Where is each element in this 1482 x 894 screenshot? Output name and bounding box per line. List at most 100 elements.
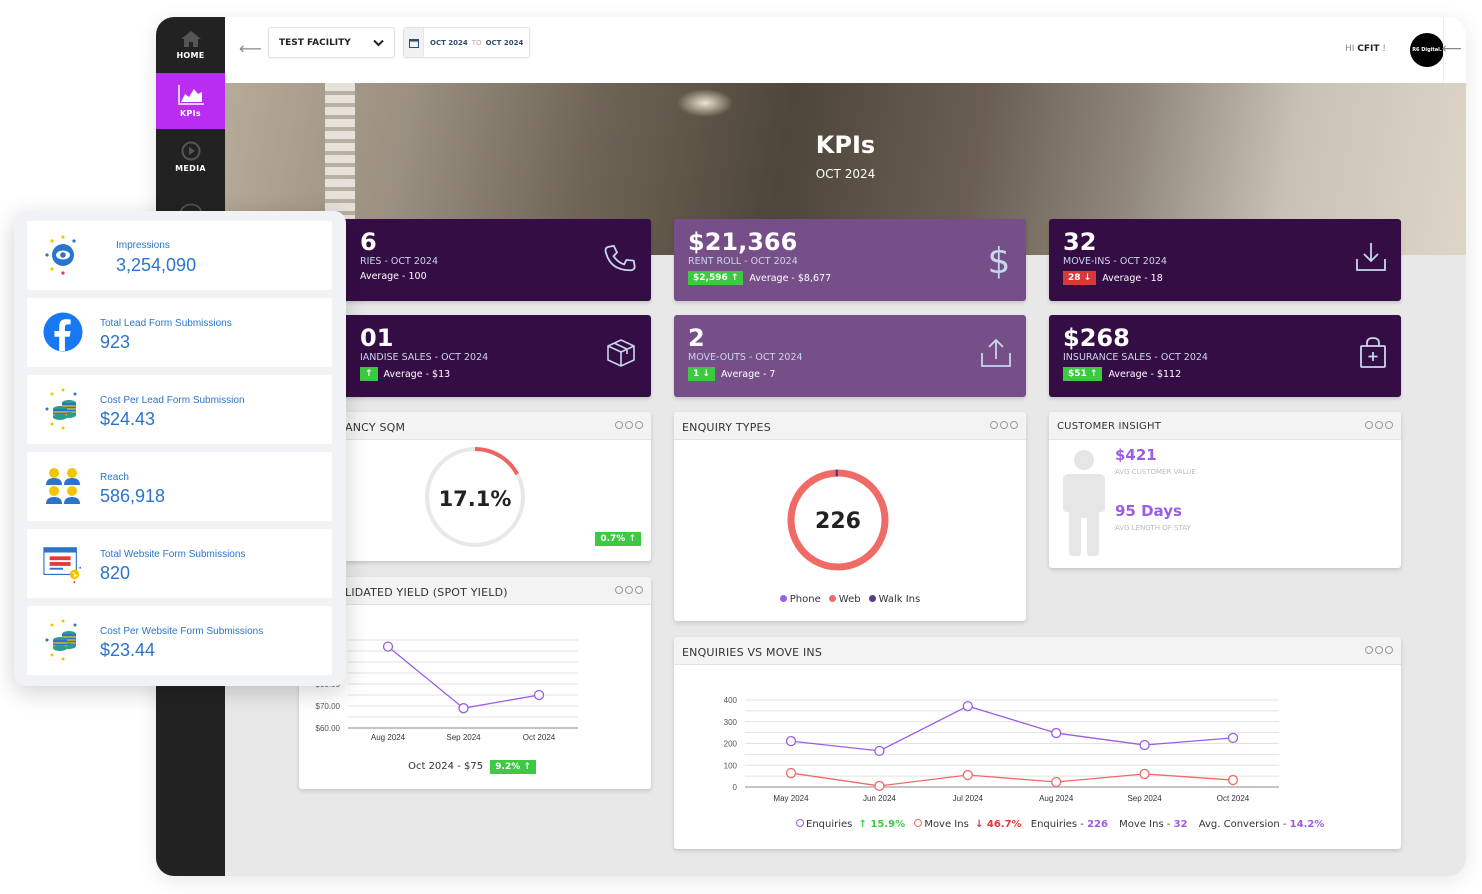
stat-card-website-forms: Total Website Form Submissions 820 <box>27 529 332 598</box>
move-ins-change: ↓ 46.7% <box>975 819 1022 830</box>
kpi-card[interactable]: 6 RIES - OCT 2024 Average - 100 <box>299 219 651 301</box>
data-point[interactable] <box>1139 739 1150 751</box>
page-subtitle: OCT 2024 <box>815 167 876 181</box>
legend-item-web[interactable]: Web <box>828 594 861 605</box>
legend-item-phone[interactable]: Phone <box>779 594 821 605</box>
people-icon <box>46 468 80 504</box>
kpi-card[interactable]: 32 MOVE-INS - OCT 2024 28 ↓ Average - 18 <box>1049 219 1401 301</box>
kpi-card[interactable]: $21,366 RENT ROLL - OCT 2024 $2,596 ↑ Avera… <box>674 219 1026 301</box>
person-icon <box>1063 450 1105 556</box>
date-range-picker[interactable]: OCT 2024 TO OCT 2024 <box>403 27 530 58</box>
eye-icon <box>45 235 76 275</box>
svg-text:$: $ <box>988 241 1011 281</box>
move-ins-total: 32 <box>1173 819 1188 830</box>
gauge-fill <box>474 447 519 476</box>
data-point[interactable] <box>874 780 885 792</box>
kpi-value: 2 <box>688 324 705 352</box>
donut-legend: Phone Web Walk Ins <box>674 594 1026 605</box>
kpi-average: Average - 7 <box>720 368 776 380</box>
avg-length-of-stay-label: AVG LENGTH OF STAY <box>1115 524 1191 532</box>
stat-card-reach: Reach 586,918 <box>27 452 332 521</box>
gauge-value: 17.1% <box>439 487 512 511</box>
more-options-icon[interactable] <box>615 421 643 429</box>
facility-select-value: TEST FACILITY <box>279 37 351 48</box>
data-point[interactable] <box>1051 727 1062 739</box>
yield-footer-text: Oct 2024 - $75 <box>408 761 484 772</box>
more-options-icon[interactable] <box>1365 421 1393 429</box>
stat-value: 3,254,090 <box>116 255 197 275</box>
data-point[interactable] <box>785 735 797 747</box>
kpi-card[interactable]: $268 INSURANCE SALES - OCT 2024 $51 ↑ Avera… <box>1049 315 1401 397</box>
stat-title: Reach <box>100 472 129 483</box>
more-options-icon[interactable] <box>1365 646 1393 654</box>
kpi-average: Average - 18 <box>1102 272 1163 284</box>
data-point[interactable] <box>874 745 885 757</box>
kpi-label: IANDISE SALES - OCT 2024 <box>360 352 489 363</box>
stat-title: Impressions <box>116 240 170 251</box>
data-point[interactable] <box>533 689 545 701</box>
kpi-average: Average - 100 <box>360 271 427 282</box>
stat-value: $24.43 <box>100 409 156 429</box>
y-tick-label: 300 <box>724 718 738 727</box>
more-options-icon[interactable] <box>615 586 643 594</box>
data-point[interactable] <box>962 700 973 712</box>
kpi-average: Average - $112 <box>1108 368 1182 380</box>
enquiry-types-panel: ENQUIRY TYPES 226 Phone Web Walk Ins <box>674 412 1026 621</box>
chart-legend: Enquiries ↑ 15.9% Move Ins ↓ 46.7% Enqui… <box>796 819 1324 830</box>
more-options-icon[interactable] <box>990 421 1018 429</box>
data-point[interactable] <box>1139 768 1150 780</box>
data-point[interactable] <box>785 767 797 779</box>
legend-item-enquiries[interactable]: Enquiries <box>796 819 852 830</box>
y-tick-label: $60.00 <box>316 724 341 733</box>
avatar[interactable]: R6 Digital. <box>1410 33 1444 67</box>
kpi-value: 32 <box>1063 228 1097 256</box>
series-line-enquiries <box>790 705 1234 752</box>
y-tick-label: 0 <box>733 783 738 792</box>
sidebar-item-media[interactable]: MEDIA <box>156 129 225 185</box>
data-point[interactable] <box>962 769 973 781</box>
chevron-down-icon <box>373 39 384 46</box>
data-point[interactable] <box>1227 774 1239 786</box>
box-icon <box>605 337 637 373</box>
sidebar-item-label: HOME <box>176 51 205 60</box>
occupancy-panel: ANCY SQM 17.1% 0.7% ↑ <box>299 412 651 561</box>
kpi-change-badge: $51 ↑ <box>1063 367 1103 381</box>
data-point[interactable] <box>1227 732 1239 743</box>
kpi-label: MOVE-OUTS - OCT 2024 <box>688 352 803 363</box>
sidebar-item-kpis[interactable]: KPIs <box>156 73 225 129</box>
data-point[interactable] <box>1051 776 1062 788</box>
y-tick-label: 400 <box>724 696 738 705</box>
top-bar: ⟵ TEST FACILITY OCT 2024 TO OCT 2024 HI … <box>225 17 1466 83</box>
panel-title: CUSTOMER INSIGHT <box>1057 421 1162 432</box>
stat-title: Total Website Form Submissions <box>100 549 246 560</box>
data-point[interactable] <box>458 703 469 714</box>
facility-select[interactable]: TEST FACILITY <box>268 27 395 58</box>
x-tick-label: Oct 2024 <box>1217 794 1250 803</box>
phone-icon <box>603 241 637 279</box>
sidebar-item-home[interactable]: HOME <box>156 17 225 73</box>
back-arrow-icon[interactable]: ⟵ <box>239 39 262 58</box>
kpi-card[interactable]: 2 MOVE-OUTS - OCT 2024 1 ↓ Average - 7 <box>674 315 1026 397</box>
user-name: CFIT <box>1357 44 1380 54</box>
panel-title: ENQUIRY TYPES <box>682 421 771 434</box>
x-tick-label: Aug 2024 <box>371 733 406 742</box>
avg-length-of-stay: 95 Days <box>1115 502 1182 520</box>
coins-icon <box>45 619 77 661</box>
enquiries-change: ↑ 15.9% <box>858 819 906 830</box>
kpi-label: MOVE-INS - OCT 2024 <box>1063 256 1167 267</box>
enquiries-vs-move-ins-panel: ENQUIRIES VS MOVE INS 0 100 200 300 400 May 2… <box>674 637 1401 849</box>
stat-value: 820 <box>100 563 131 583</box>
collapse-arrow-icon[interactable]: ⟵ <box>1442 41 1462 57</box>
legend-item-move-ins[interactable]: Move Ins <box>914 819 969 830</box>
x-tick-label: Sep 2024 <box>1127 794 1162 803</box>
date-from: OCT 2024 <box>430 38 468 47</box>
kpi-card[interactable]: 01 IANDISE SALES - OCT 2024 ↑ Average - $13 <box>299 315 651 397</box>
data-point[interactable] <box>382 641 394 652</box>
date-to: OCT 2024 <box>485 38 524 47</box>
kpi-change-badge: ↑ <box>360 367 378 381</box>
kpi-value: $21,366 <box>688 228 798 256</box>
legend-item-walk-ins[interactable]: Walk Ins <box>868 594 920 605</box>
sidebar-item-label: MEDIA <box>175 164 206 173</box>
web-form-icon <box>43 547 82 583</box>
yield-panel: LIDATED YIELD (SPOT YIELD) $60.00$70.00$… <box>299 577 651 789</box>
